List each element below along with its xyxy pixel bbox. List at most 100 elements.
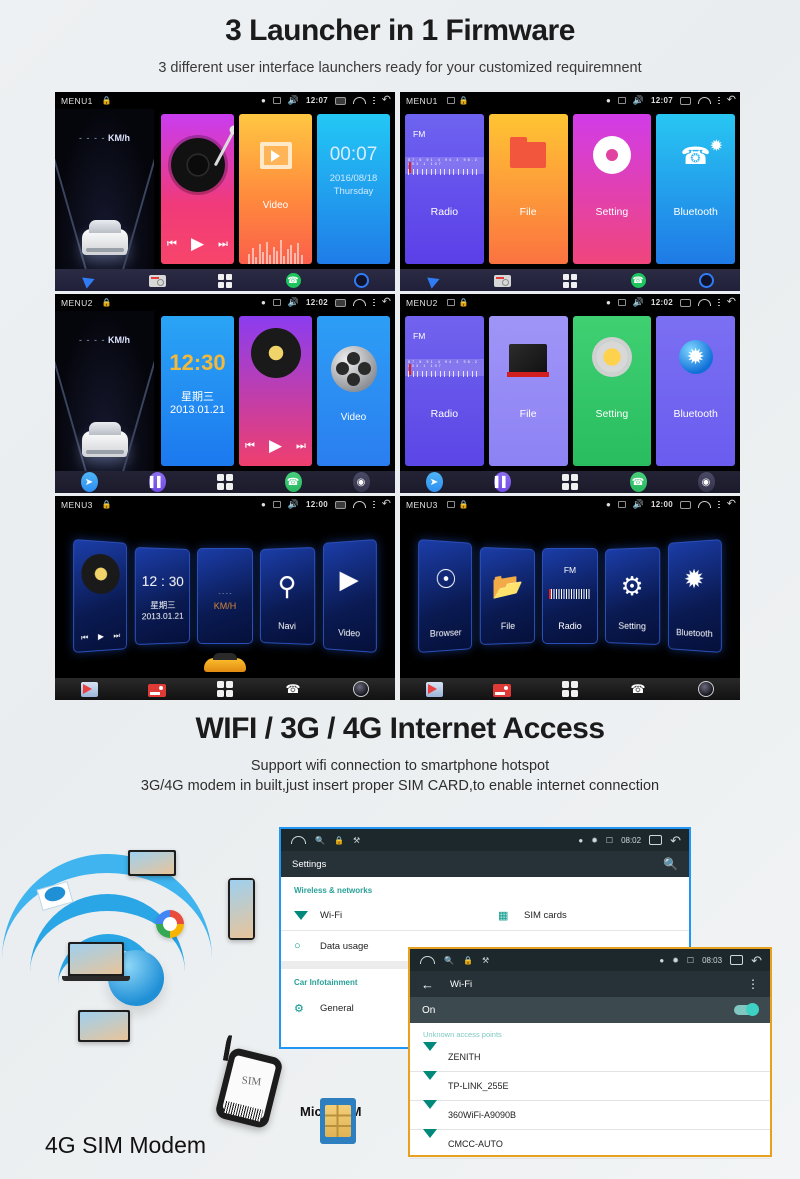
launcher-screen-menu2-home[interactable]: MENU2 🔒 ● 🔊 12:02 ↶ - - - - KM/h 12:30 星… (55, 294, 395, 493)
dock-navigation-icon[interactable] (80, 681, 98, 697)
back-icon[interactable]: ↶ (727, 95, 736, 106)
file-app-card[interactable]: File (488, 114, 568, 264)
dock-assistant-icon[interactable] (698, 272, 715, 288)
back-icon[interactable]: ↶ (670, 834, 681, 847)
prev-button[interactable]: ⏮ (245, 440, 255, 453)
camera-icon[interactable] (679, 500, 691, 509)
back-icon[interactable]: ↶ (727, 297, 736, 308)
launcher-screen-menu1-apps[interactable]: MENU1 🔒 ● 🔊 12:07 ↶ FM 87.5 91.4 94.3 98… (400, 92, 740, 291)
back-arrow-icon[interactable]: ← (421, 977, 434, 992)
play-button[interactable]: ▶ (269, 436, 282, 456)
dock-apps-icon[interactable] (216, 473, 234, 491)
dock-assistant-icon[interactable] (353, 272, 370, 288)
dock-apps-icon[interactable] (561, 473, 579, 491)
dock-radio-icon[interactable] (148, 681, 166, 697)
camera-icon[interactable] (679, 96, 691, 105)
setting-app-card[interactable]: Setting (572, 316, 652, 466)
dock-apps-icon[interactable] (562, 273, 579, 288)
home-icon[interactable] (697, 97, 711, 104)
recent-apps-icon[interactable] (730, 955, 744, 965)
music-card[interactable]: ⏮ ▶ ⏭ (161, 114, 234, 264)
dock-navigation-icon[interactable] (81, 272, 98, 289)
home-icon[interactable] (291, 836, 306, 844)
dock-radio-icon[interactable] (148, 273, 166, 288)
music-tile[interactable]: ⏮ ▶ ⏭ (73, 538, 128, 653)
back-icon[interactable]: ↶ (382, 499, 391, 510)
play-button[interactable]: ▶ (98, 631, 104, 641)
video-tile[interactable]: ▶ Video (322, 538, 377, 653)
bluetooth-tile[interactable]: ✹ Bluetooth (667, 538, 722, 653)
clock-tile[interactable]: 12 : 30 星期三 2013.01.21 (134, 546, 190, 645)
browser-tile[interactable]: ☉ Browser (418, 538, 473, 653)
wifi-network-row[interactable]: CMCC-AUTO (410, 1129, 770, 1159)
next-button[interactable]: ⏭ (113, 631, 120, 641)
navi-tile[interactable]: ⚲ Navi (260, 546, 316, 645)
usb-icon[interactable]: ⚒ (482, 956, 489, 965)
launcher-screen-menu3-home[interactable]: MENU3 🔒 ● 🔊 12:00 ↶ ⏮▶⏭ 12 : 30 星期三 20 (55, 496, 395, 700)
overflow-menu-icon[interactable] (717, 96, 720, 105)
video-card[interactable]: Video (317, 316, 390, 466)
prev-button[interactable]: ⏮ (81, 632, 88, 643)
dock-radio-icon[interactable] (493, 273, 511, 288)
dock-phone-bluetooth-icon[interactable]: ☎ (629, 681, 647, 697)
lock-icon[interactable]: 🔒 (463, 956, 473, 965)
prev-button[interactable]: ⏮ (167, 238, 177, 251)
dock-navigation-icon[interactable]: ➤ (425, 472, 443, 492)
wifi-network-row[interactable]: TP-LINK_255E (410, 1071, 770, 1101)
setting-app-card[interactable]: Setting (572, 114, 652, 264)
android-wifi-window[interactable]: 🔍 🔒 ⚒ ● ✹ ☐ 08:03 ↶ ← Wi-Fi ⋮ On Unknown… (408, 947, 772, 1159)
home-icon[interactable] (420, 956, 435, 964)
dock-phone-icon[interactable]: ☎ (285, 272, 302, 288)
dock-navigation-icon[interactable]: ➤ (80, 472, 98, 492)
dock-music-icon[interactable]: ▌▌ (148, 472, 166, 492)
dock-phone-icon[interactable]: ☎ (630, 272, 647, 288)
wifi-toggle-row[interactable]: On (410, 997, 770, 1023)
home-icon[interactable] (352, 299, 366, 306)
back-icon[interactable]: ↶ (727, 499, 736, 510)
car-speed-widget[interactable]: - - - - KM/h (55, 311, 154, 471)
dock-assistant-icon[interactable]: ◉ (352, 472, 370, 492)
clock-card[interactable]: 12:30 星期三 2013.01.21 (161, 316, 234, 466)
launcher-screen-menu1-home[interactable]: MENU1 🔒 ● 🔊 12:07 ↶ - - - - KM/h ⏮ ▶ ⏭ V… (55, 92, 395, 291)
file-tile[interactable]: 📂 File (479, 546, 535, 645)
home-icon[interactable] (697, 501, 711, 508)
search-icon[interactable]: 🔍 (663, 857, 678, 871)
usb-icon[interactable]: ⚒ (353, 836, 360, 845)
back-icon[interactable]: ↶ (382, 95, 391, 106)
dock-phone-bluetooth-icon[interactable]: ☎ (284, 681, 302, 697)
overflow-menu-icon[interactable] (372, 298, 375, 307)
overflow-menu-icon[interactable] (717, 500, 720, 509)
bluetooth-app-card[interactable]: ☎ ✹ Bluetooth (656, 114, 735, 264)
video-card[interactable]: Video (239, 114, 312, 264)
bluetooth-app-card[interactable]: ✹ Bluetooth (656, 316, 735, 466)
dock-camera-icon[interactable] (697, 681, 715, 697)
recent-apps-icon[interactable] (649, 835, 663, 845)
overflow-menu-icon[interactable]: ⋮ (747, 977, 759, 991)
home-icon[interactable] (352, 501, 366, 508)
settings-row-sim-cards[interactable]: ▦ SIM cards (485, 901, 689, 931)
camera-icon[interactable] (334, 96, 346, 105)
home-icon[interactable] (352, 97, 366, 104)
settings-row-wifi[interactable]: Wi-Fi (281, 901, 485, 931)
overflow-menu-icon[interactable] (372, 500, 375, 509)
dock-phone-icon[interactable]: ☎ (629, 472, 647, 492)
radio-app-card[interactable]: FM 87.5 91.4 94.3 98.2 103.1 107 Radio (405, 114, 484, 264)
search-icon[interactable]: 🔍 (315, 836, 325, 845)
camera-icon[interactable] (334, 500, 346, 509)
wifi-network-row[interactable]: 360WiFi-A9090B (410, 1100, 770, 1130)
wifi-network-row[interactable]: ZENITH (410, 1042, 770, 1072)
camera-icon[interactable] (679, 298, 691, 307)
search-icon[interactable]: 🔍 (444, 956, 454, 965)
dock-phone-icon[interactable]: ☎ (284, 472, 302, 492)
dock-apps-icon[interactable] (561, 680, 579, 698)
back-icon[interactable]: ↶ (751, 954, 762, 967)
dock-radio-icon[interactable] (493, 681, 511, 697)
music-card[interactable]: ⏮ ▶ ⏭ (239, 316, 312, 466)
launcher-screen-menu2-apps[interactable]: MENU2 🔒 ● 🔊 12:02 ↶ FM 87.5 91.4 94.3 98… (400, 294, 740, 493)
dock-music-icon[interactable]: ▌▌ (493, 472, 511, 492)
dock-navigation-icon[interactable] (426, 272, 443, 289)
camera-icon[interactable] (334, 298, 346, 307)
dock-apps-icon[interactable] (216, 680, 234, 698)
radio-app-card[interactable]: FM 87.5 91.4 94.3 98.2 103.1 107 Radio (405, 316, 484, 466)
dock-apps-icon[interactable] (217, 273, 234, 288)
